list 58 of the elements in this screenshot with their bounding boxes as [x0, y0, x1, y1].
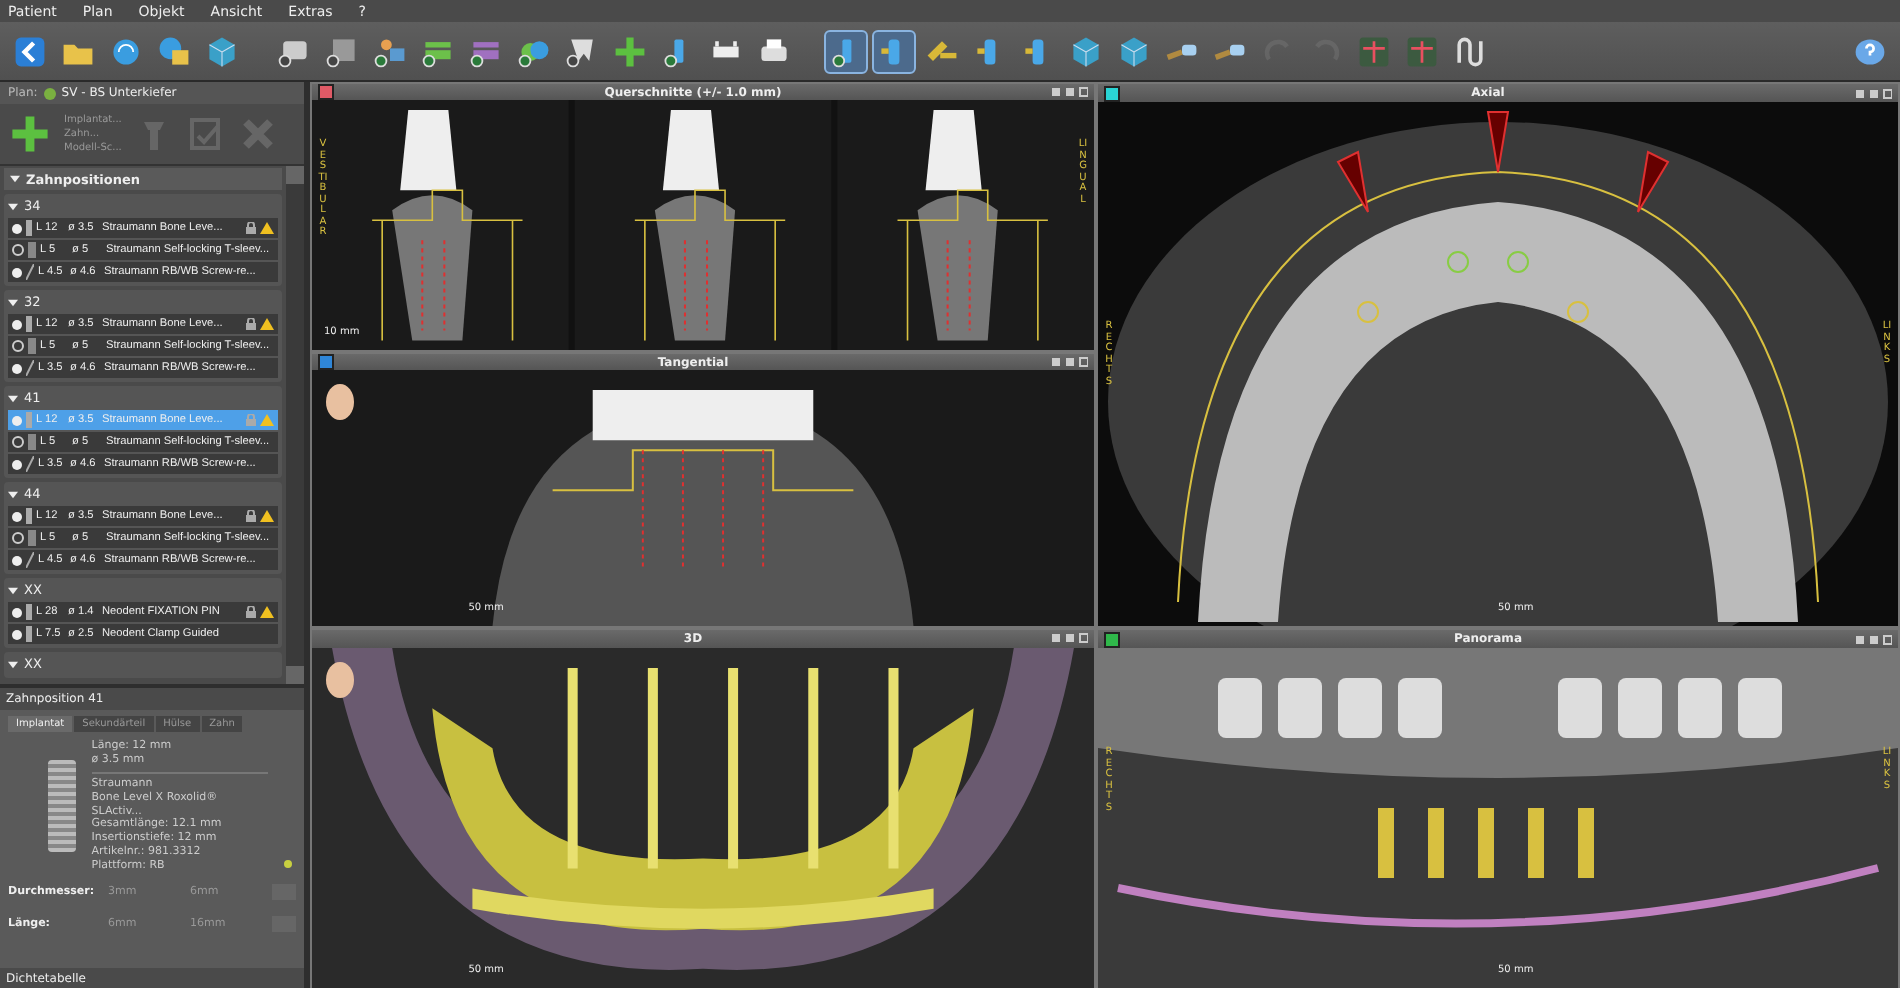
collapse-icon[interactable] [8, 201, 18, 211]
screw-icon [26, 456, 34, 472]
collapse-icon[interactable] [10, 174, 20, 184]
visibility-dot[interactable] [12, 415, 22, 425]
screw-icon [26, 552, 34, 568]
screw-icon [26, 360, 34, 376]
curve-icon [1452, 33, 1488, 69]
sphere-icon [108, 33, 144, 69]
sleeve-icon [28, 434, 36, 450]
toolbar-button[interactable] [824, 29, 868, 73]
sleeve-icon [28, 242, 36, 258]
screw-icon [26, 264, 34, 280]
visibility-dot[interactable] [12, 436, 24, 448]
collapse-icon[interactable] [8, 659, 18, 669]
visibility-dot[interactable] [12, 340, 24, 352]
visibility-dot[interactable] [12, 459, 22, 469]
head-orientation-icon[interactable] [324, 659, 356, 700]
visibility-dot[interactable] [12, 319, 22, 329]
implant-icon [26, 412, 32, 428]
implant-preview [48, 760, 76, 852]
view-controls-icon[interactable] [1052, 86, 1088, 98]
visibility-dot[interactable] [12, 363, 22, 373]
view-controls-icon[interactable] [1052, 356, 1088, 368]
implant-icon [26, 316, 32, 332]
visibility-dot[interactable] [12, 244, 24, 256]
scrollbar[interactable] [286, 166, 304, 684]
collapse-icon[interactable] [8, 393, 18, 403]
collapse-icon[interactable] [8, 297, 18, 307]
view-axes-icon [1404, 33, 1440, 69]
view-controls-icon[interactable] [1856, 633, 1892, 645]
visibility-dot[interactable] [12, 555, 22, 565]
status-dot [284, 860, 292, 868]
view-controls-icon[interactable] [1856, 87, 1892, 99]
plus-icon [612, 33, 648, 69]
visibility-dot[interactable] [12, 607, 22, 617]
box-icon [324, 33, 360, 69]
help-icon [1852, 33, 1888, 69]
view-controls-icon[interactable] [1052, 632, 1088, 645]
visibility-dot[interactable] [12, 267, 22, 277]
cube-icon [1068, 33, 1104, 69]
sleeve-icon [28, 530, 36, 546]
implant-icon [26, 220, 32, 236]
visibility-dot[interactable] [12, 629, 22, 639]
plus-icon [8, 112, 52, 156]
implant-icon [26, 508, 32, 524]
visibility-dot[interactable] [12, 511, 22, 521]
visibility-dot[interactable] [12, 532, 24, 544]
people-icon [372, 33, 408, 69]
cube-icon [204, 33, 240, 69]
add-button[interactable] [8, 112, 52, 156]
collapse-icon[interactable] [8, 489, 18, 499]
head-orientation-icon[interactable] [324, 382, 356, 422]
view-axes-icon [1356, 33, 1392, 69]
collapse-icon[interactable] [8, 585, 18, 595]
sleeve-icon [28, 338, 36, 354]
checklist-icon[interactable] [185, 114, 226, 154]
cube-icon [1116, 33, 1152, 69]
visibility-dot[interactable] [12, 223, 22, 233]
